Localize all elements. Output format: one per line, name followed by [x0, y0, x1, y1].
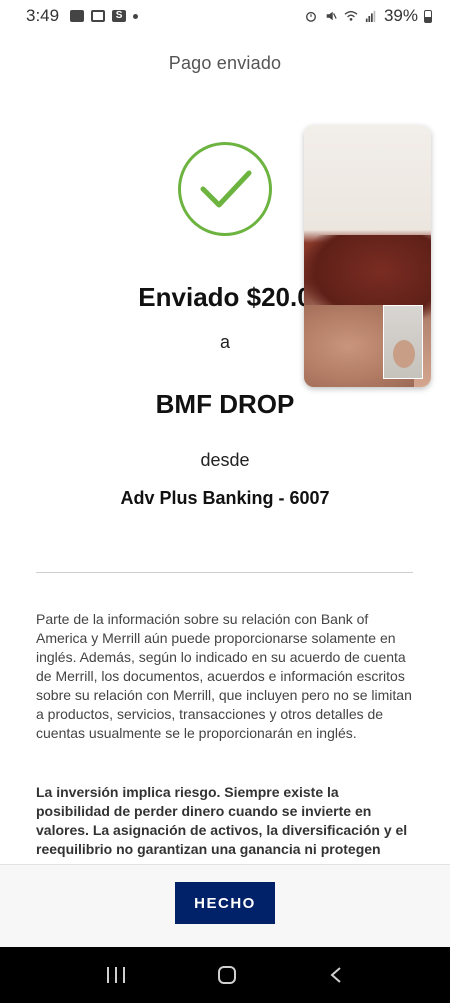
- checkmark-icon: [200, 170, 252, 208]
- wifi-icon: [344, 11, 358, 21]
- recipient-name: BMF DROP: [155, 389, 295, 419]
- battery-text: 39%: [383, 6, 418, 25]
- divider: [36, 572, 413, 573]
- from-label: desde: [200, 450, 250, 470]
- signal-icon: [365, 10, 376, 22]
- image-icon: [70, 10, 85, 22]
- language-disclaimer: Parte de la información sobre su relació…: [36, 611, 412, 741]
- gmail-icon: [91, 10, 106, 22]
- status-left: 3:49 S: [26, 6, 139, 26]
- success-check-icon: [178, 142, 272, 236]
- source-account: Adv Plus Banking - 6007: [120, 488, 330, 508]
- recents-icon[interactable]: [106, 967, 125, 983]
- s-app-icon: S: [112, 10, 127, 22]
- battery-icon: [424, 9, 432, 23]
- video-call-overlay[interactable]: [304, 125, 431, 387]
- self-view-face: [393, 340, 415, 368]
- dot-icon: [133, 13, 139, 19]
- investment-risk-notice: La inversión implica riesgo. Siempre exi…: [36, 784, 408, 857]
- system-navbar: [0, 947, 450, 1003]
- footer: HECHO: [0, 864, 450, 947]
- header: Pago enviado: [0, 32, 450, 94]
- home-icon[interactable]: [217, 966, 236, 984]
- back-icon[interactable]: [329, 966, 343, 984]
- done-button[interactable]: HECHO: [175, 882, 275, 924]
- status-time: 3:49: [26, 6, 60, 25]
- page-title: Pago enviado: [168, 52, 282, 73]
- self-view-pip[interactable]: [383, 305, 423, 379]
- alarm-icon: [305, 11, 316, 22]
- mute-icon: [326, 11, 337, 21]
- status-bar: 3:49 S 39%: [0, 0, 450, 32]
- status-right: 39%: [304, 6, 432, 26]
